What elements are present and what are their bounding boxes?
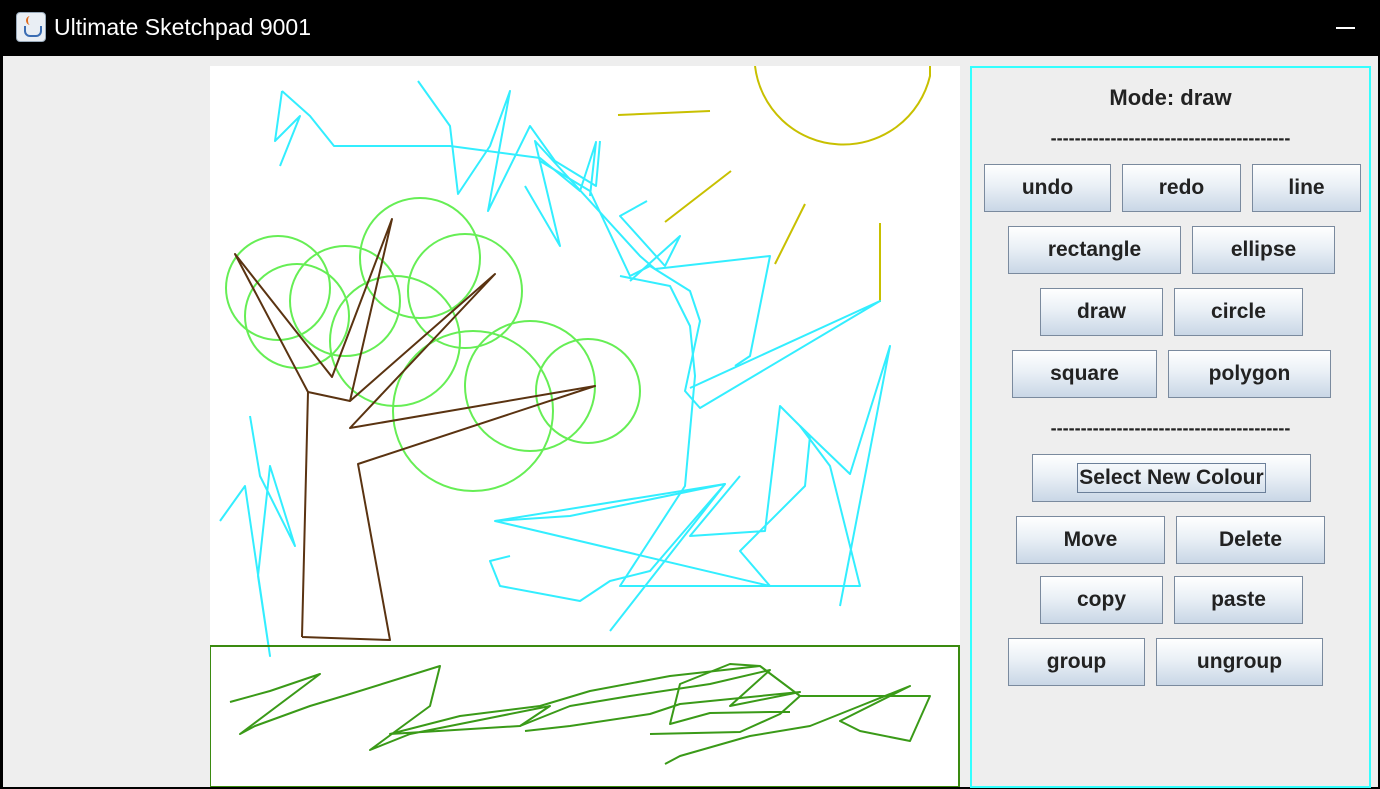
circle-button[interactable]: circle xyxy=(1174,288,1303,336)
square-button[interactable]: square xyxy=(1012,350,1157,398)
drawing-canvas[interactable] xyxy=(210,66,960,787)
line-button[interactable]: line xyxy=(1252,164,1361,212)
sun-ray xyxy=(664,170,732,223)
select-colour-button[interactable]: Select New Colour xyxy=(1032,454,1311,502)
group-button[interactable]: group xyxy=(1008,638,1145,686)
title-bar: Ultimate Sketchpad 9001 xyxy=(0,0,1380,56)
paste-button[interactable]: paste xyxy=(1174,576,1303,624)
ground-rectangle xyxy=(210,645,960,787)
left-margin xyxy=(3,56,210,787)
sun-ray xyxy=(617,110,711,116)
delete-button[interactable]: Delete xyxy=(1176,516,1325,564)
sun-circle xyxy=(754,66,931,146)
ellipse-button[interactable]: ellipse xyxy=(1192,226,1335,274)
select-colour-label: Select New Colour xyxy=(1077,463,1266,493)
canvas-drawing xyxy=(210,66,960,787)
tree-trunk xyxy=(234,218,596,641)
cyan-scribbles xyxy=(219,80,891,657)
tool-panel: Mode: draw -----------------------------… xyxy=(970,66,1371,788)
minimize-icon xyxy=(1336,27,1355,29)
copy-button[interactable]: copy xyxy=(1040,576,1163,624)
separator-top: ---------------------------------------- xyxy=(1050,128,1291,148)
rectangle-button[interactable]: rectangle xyxy=(1008,226,1181,274)
draw-button[interactable]: draw xyxy=(1040,288,1163,336)
java-app-icon xyxy=(16,12,46,42)
window-title: Ultimate Sketchpad 9001 xyxy=(54,14,311,40)
separator-bottom: ---------------------------------------- xyxy=(1050,418,1291,438)
polygon-button[interactable]: polygon xyxy=(1168,350,1331,398)
window-content: Mode: draw -----------------------------… xyxy=(3,56,1378,788)
move-button[interactable]: Move xyxy=(1016,516,1165,564)
redo-button[interactable]: redo xyxy=(1122,164,1241,212)
grass-scribbles xyxy=(229,663,931,765)
undo-button[interactable]: undo xyxy=(984,164,1111,212)
minimize-button[interactable] xyxy=(1322,14,1368,42)
sun-ray xyxy=(774,203,806,265)
mode-label: Mode: draw xyxy=(1109,85,1232,110)
ungroup-button[interactable]: ungroup xyxy=(1156,638,1323,686)
tree-canopy-circles xyxy=(225,197,641,492)
